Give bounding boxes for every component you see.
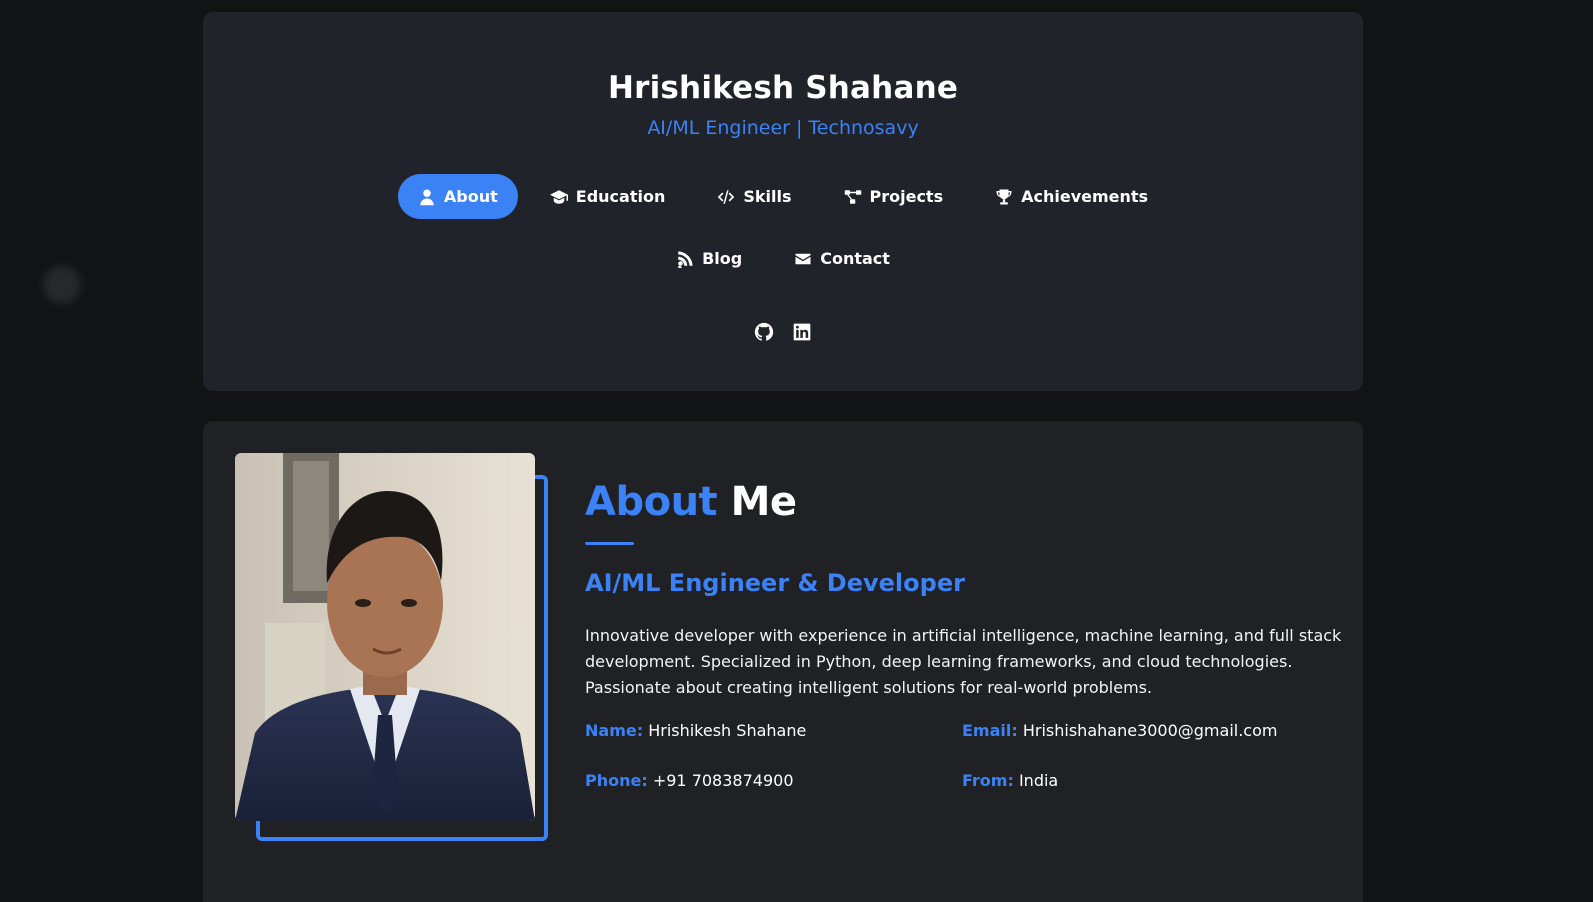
social-links xyxy=(203,322,1363,342)
header-card: Hrishikesh Shahane AI/ML Engineer | Tech… xyxy=(203,12,1363,391)
nav-skills-label: Skills xyxy=(743,187,792,206)
nav-blog-label: Blog xyxy=(702,249,743,268)
about-heading: About Me xyxy=(585,479,797,525)
info-name-label: Name: xyxy=(585,721,644,740)
cursor-glow xyxy=(43,266,81,304)
nav-contact-label: Contact xyxy=(820,249,890,268)
info-email: Email: Hrishishahane3000@gmail.com xyxy=(962,721,1277,740)
nav-row-secondary: Blog Contact xyxy=(203,236,1363,281)
linkedin-icon[interactable] xyxy=(792,322,812,342)
info-from: From: India xyxy=(962,771,1058,790)
nav-achievements-label: Achievements xyxy=(1021,187,1149,206)
portfolio-page: Hrishikesh Shahane AI/ML Engineer | Tech… xyxy=(0,0,1593,902)
trophy-icon xyxy=(995,188,1013,206)
info-email-label: Email: xyxy=(962,721,1018,740)
nav-projects-label: Projects xyxy=(869,187,944,206)
nav-about-label: About xyxy=(443,187,498,206)
about-heading-accent: About xyxy=(585,479,718,525)
info-phone-label: Phone: xyxy=(585,771,648,790)
graduation-cap-icon xyxy=(549,188,568,206)
nav-about[interactable]: About xyxy=(397,174,518,219)
info-phone-value[interactable]: +91 7083874900 xyxy=(653,771,794,790)
info-phone: Phone: +91 7083874900 xyxy=(585,771,794,790)
info-from-label: From: xyxy=(962,771,1014,790)
info-name: Name: Hrishikesh Shahane xyxy=(585,721,806,740)
info-from-value: India xyxy=(1018,771,1059,790)
nav-blog[interactable]: Blog xyxy=(656,236,762,281)
site-name: Hrishikesh Shahane xyxy=(607,70,959,106)
nav-education-label: Education xyxy=(575,187,666,206)
info-email-value[interactable]: Hrishishahane3000@gmail.com xyxy=(1023,721,1278,740)
user-icon xyxy=(418,188,436,206)
nav-contact[interactable]: Contact xyxy=(774,236,910,281)
nav-education[interactable]: Education xyxy=(530,174,686,219)
about-bio: Innovative developer with experience in … xyxy=(585,626,1342,697)
nav-achievements[interactable]: Achievements xyxy=(975,174,1168,219)
code-icon xyxy=(717,188,735,206)
about-heading-rest: Me xyxy=(730,479,797,525)
nav-projects[interactable]: Projects xyxy=(824,174,964,219)
blog-icon xyxy=(676,250,694,268)
project-diagram-icon xyxy=(844,188,862,206)
site-tagline: AI/ML Engineer | Technosavy xyxy=(647,117,919,139)
about-subtitle: AI/ML Engineer & Developer xyxy=(585,569,965,597)
info-name-value: Hrishikesh Shahane xyxy=(648,721,807,740)
heading-underline xyxy=(585,542,634,545)
github-icon[interactable] xyxy=(754,322,774,342)
profile-photo xyxy=(235,453,535,821)
nav-skills[interactable]: Skills xyxy=(697,174,811,219)
about-section: About Me AI/ML Engineer & Developer Inno… xyxy=(203,421,1363,902)
nav-row-primary: About Education Skills Projects Achievem… xyxy=(203,174,1363,219)
envelope-icon xyxy=(794,250,812,268)
